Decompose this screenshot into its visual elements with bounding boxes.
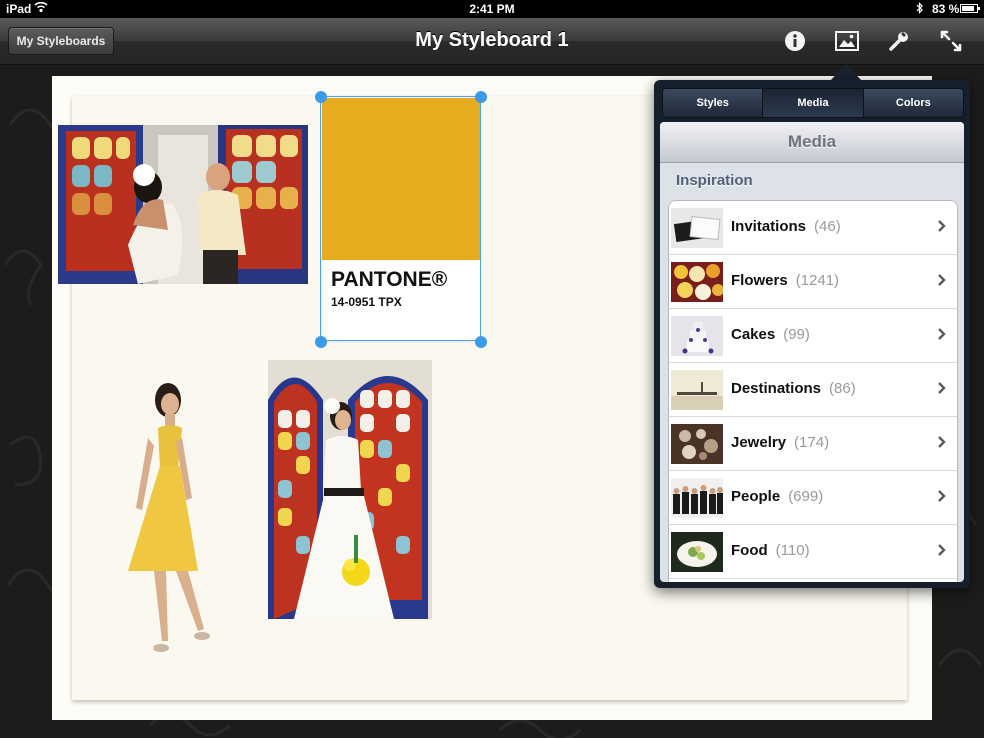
section-title: Inspiration bbox=[676, 172, 753, 189]
status-bar: iPad 2:41 PM 83 % bbox=[0, 0, 984, 18]
list-item-count: (46) bbox=[814, 218, 841, 235]
pantone-code: 14-0951 TPX bbox=[331, 295, 402, 309]
resize-handle-top-right[interactable] bbox=[475, 91, 487, 103]
tab-colors[interactable]: Colors bbox=[862, 89, 963, 117]
tab-media[interactable]: Media bbox=[762, 89, 863, 117]
list-item-count: (86) bbox=[829, 380, 856, 397]
pantone-brand: PANTONE® bbox=[331, 268, 448, 291]
list-item-count: (174) bbox=[794, 434, 830, 451]
flowers-thumbnail bbox=[671, 262, 723, 302]
list-item-count: (699) bbox=[788, 488, 824, 505]
chevron-right-icon bbox=[938, 436, 946, 448]
list-item-label: People bbox=[731, 488, 781, 505]
chevron-right-icon bbox=[938, 220, 946, 232]
pantone-color-swatch bbox=[322, 98, 480, 260]
list-item-cakes[interactable]: Cakes (99) bbox=[669, 309, 957, 363]
image-icon[interactable] bbox=[832, 26, 862, 56]
info-icon[interactable] bbox=[780, 26, 810, 56]
wrench-icon[interactable] bbox=[884, 26, 914, 56]
popover-content: Media Inspiration Invitations (46) Flower… bbox=[660, 122, 964, 582]
resize-handle-bottom-right[interactable] bbox=[475, 336, 487, 348]
list-item-people[interactable]: People (699) bbox=[669, 471, 957, 525]
list-item-flowers[interactable]: Flowers (1241) bbox=[669, 255, 957, 309]
navigation-bar: My Styleboards My Styleboard 1 bbox=[0, 18, 984, 65]
kiss-photo[interactable] bbox=[58, 125, 308, 284]
list-item-label: Invitations bbox=[731, 218, 807, 235]
popover-header: Media bbox=[660, 122, 964, 163]
chevron-right-icon bbox=[938, 490, 946, 502]
tab-styles[interactable]: Styles bbox=[663, 89, 763, 117]
popover-arrow bbox=[830, 64, 862, 81]
media-category-list: Invitations (46) Flowers (1241) Cakes (99) bbox=[668, 200, 958, 582]
list-item-label: Jewelry bbox=[731, 434, 787, 451]
list-item-label: Cakes bbox=[731, 326, 776, 343]
list-item-label: Flowers bbox=[731, 272, 788, 289]
cakes-thumbnail bbox=[671, 316, 723, 356]
pantone-swatch-card[interactable]: PANTONE® 14-0951 TPX bbox=[322, 98, 480, 340]
list-item-count: (1241) bbox=[795, 272, 840, 289]
battery-fill bbox=[962, 6, 974, 11]
bride-photo[interactable] bbox=[268, 360, 432, 619]
list-item-count: (99) bbox=[783, 326, 810, 343]
my-styleboards-button[interactable]: My Styleboards bbox=[8, 27, 114, 55]
resize-handle-top-left[interactable] bbox=[315, 91, 327, 103]
chevron-right-icon bbox=[938, 328, 946, 340]
list-item-label: Destinations bbox=[731, 380, 822, 397]
popover-tabs: Styles Media Colors bbox=[662, 88, 964, 118]
list-item-count: (110) bbox=[775, 542, 810, 559]
people-thumbnail bbox=[671, 478, 723, 518]
chevron-right-icon bbox=[938, 382, 946, 394]
chevron-right-icon bbox=[938, 544, 946, 556]
list-item-jewelry[interactable]: Jewelry (174) bbox=[669, 417, 957, 471]
clock: 2:41 PM bbox=[469, 2, 515, 16]
food-thumbnail bbox=[671, 532, 723, 572]
list-item-food[interactable]: Food (110) bbox=[669, 525, 957, 579]
media-popover: Styles Media Colors Media Inspiration In… bbox=[654, 80, 970, 588]
chevron-right-icon bbox=[938, 274, 946, 286]
destinations-thumbnail bbox=[671, 370, 723, 410]
resize-handle-bottom-left[interactable] bbox=[315, 336, 327, 348]
yellow-dress-photo[interactable] bbox=[118, 378, 228, 664]
bluetooth-icon bbox=[916, 2, 924, 17]
fullscreen-icon[interactable] bbox=[936, 26, 966, 56]
list-item-invitations[interactable]: Invitations (46) bbox=[669, 201, 957, 255]
list-item-destinations[interactable]: Destinations (86) bbox=[669, 363, 957, 417]
battery-icon bbox=[960, 4, 980, 13]
jewelry-thumbnail bbox=[671, 424, 723, 464]
invitations-thumbnail bbox=[671, 208, 723, 248]
battery-percent: 83 % bbox=[932, 2, 960, 16]
list-item-label: Food bbox=[731, 542, 768, 559]
